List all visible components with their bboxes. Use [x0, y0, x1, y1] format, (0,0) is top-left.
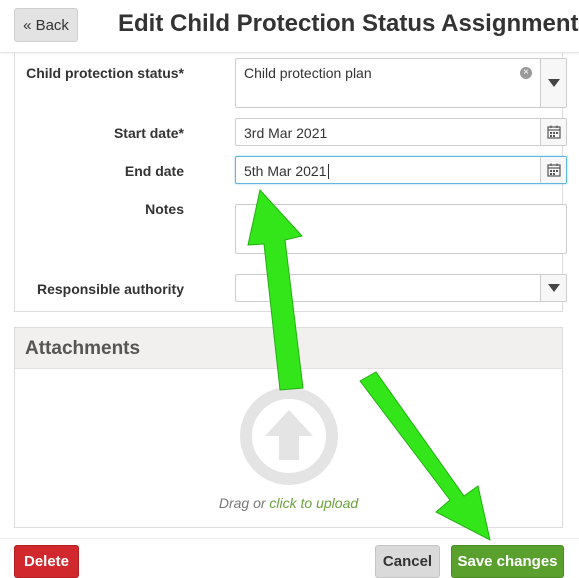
- click-to-upload-link[interactable]: click to upload: [269, 495, 358, 511]
- notes-label: Notes: [145, 201, 184, 217]
- page-title: Edit Child Protection Status Assignment: [118, 10, 579, 37]
- calendar-icon: [546, 163, 561, 177]
- attachments-panel: Attachments Drag or click to upload: [14, 327, 563, 528]
- end-date-calendar-button[interactable]: [540, 157, 566, 183]
- end-date-label: End date: [124, 163, 184, 179]
- caret-down-icon: [547, 284, 560, 292]
- start-date-label: Start date*: [113, 125, 184, 141]
- caret-down-icon: [547, 79, 560, 87]
- upload-instructions: Drag or click to upload: [15, 495, 562, 511]
- responsible-authority-dropdown-toggle[interactable]: [540, 275, 566, 301]
- attachments-title: Attachments: [25, 338, 141, 359]
- clear-icon[interactable]: ×: [520, 67, 532, 79]
- start-date-input[interactable]: 3rd Mar 2021: [235, 118, 567, 146]
- form-footer: Delete Cancel Save changes: [0, 538, 579, 578]
- status-label: Child protection status*: [26, 65, 184, 81]
- notes-textarea[interactable]: [235, 204, 567, 254]
- start-date-calendar-button[interactable]: [540, 119, 566, 145]
- end-date-text: 5th Mar 2021: [244, 163, 329, 179]
- end-date-value: 5th Mar 2021: [244, 163, 327, 179]
- calendar-icon: [546, 125, 561, 139]
- upload-arrow-icon[interactable]: [239, 386, 339, 486]
- status-select[interactable]: Child protection plan ×: [235, 58, 567, 108]
- back-button[interactable]: « Back: [14, 8, 78, 42]
- cancel-button[interactable]: Cancel: [375, 545, 440, 578]
- delete-button[interactable]: Delete: [14, 545, 79, 578]
- save-changes-button[interactable]: Save changes: [451, 545, 564, 578]
- end-date-input[interactable]: 5th Mar 2021: [235, 156, 567, 184]
- responsible-authority-label: Responsible authority: [36, 281, 184, 297]
- responsible-authority-select[interactable]: [235, 274, 567, 302]
- page-header: « Back Edit Child Protection Status Assi…: [0, 0, 579, 53]
- status-value: Child protection plan: [244, 65, 372, 81]
- text-cursor: [327, 164, 329, 179]
- drag-text: Drag or: [218, 495, 266, 511]
- attachments-header: Attachments: [15, 328, 562, 369]
- status-dropdown-toggle[interactable]: [540, 59, 566, 107]
- start-date-value: 3rd Mar 2021: [244, 125, 328, 141]
- form-panel: Child protection status* Child protectio…: [14, 52, 567, 312]
